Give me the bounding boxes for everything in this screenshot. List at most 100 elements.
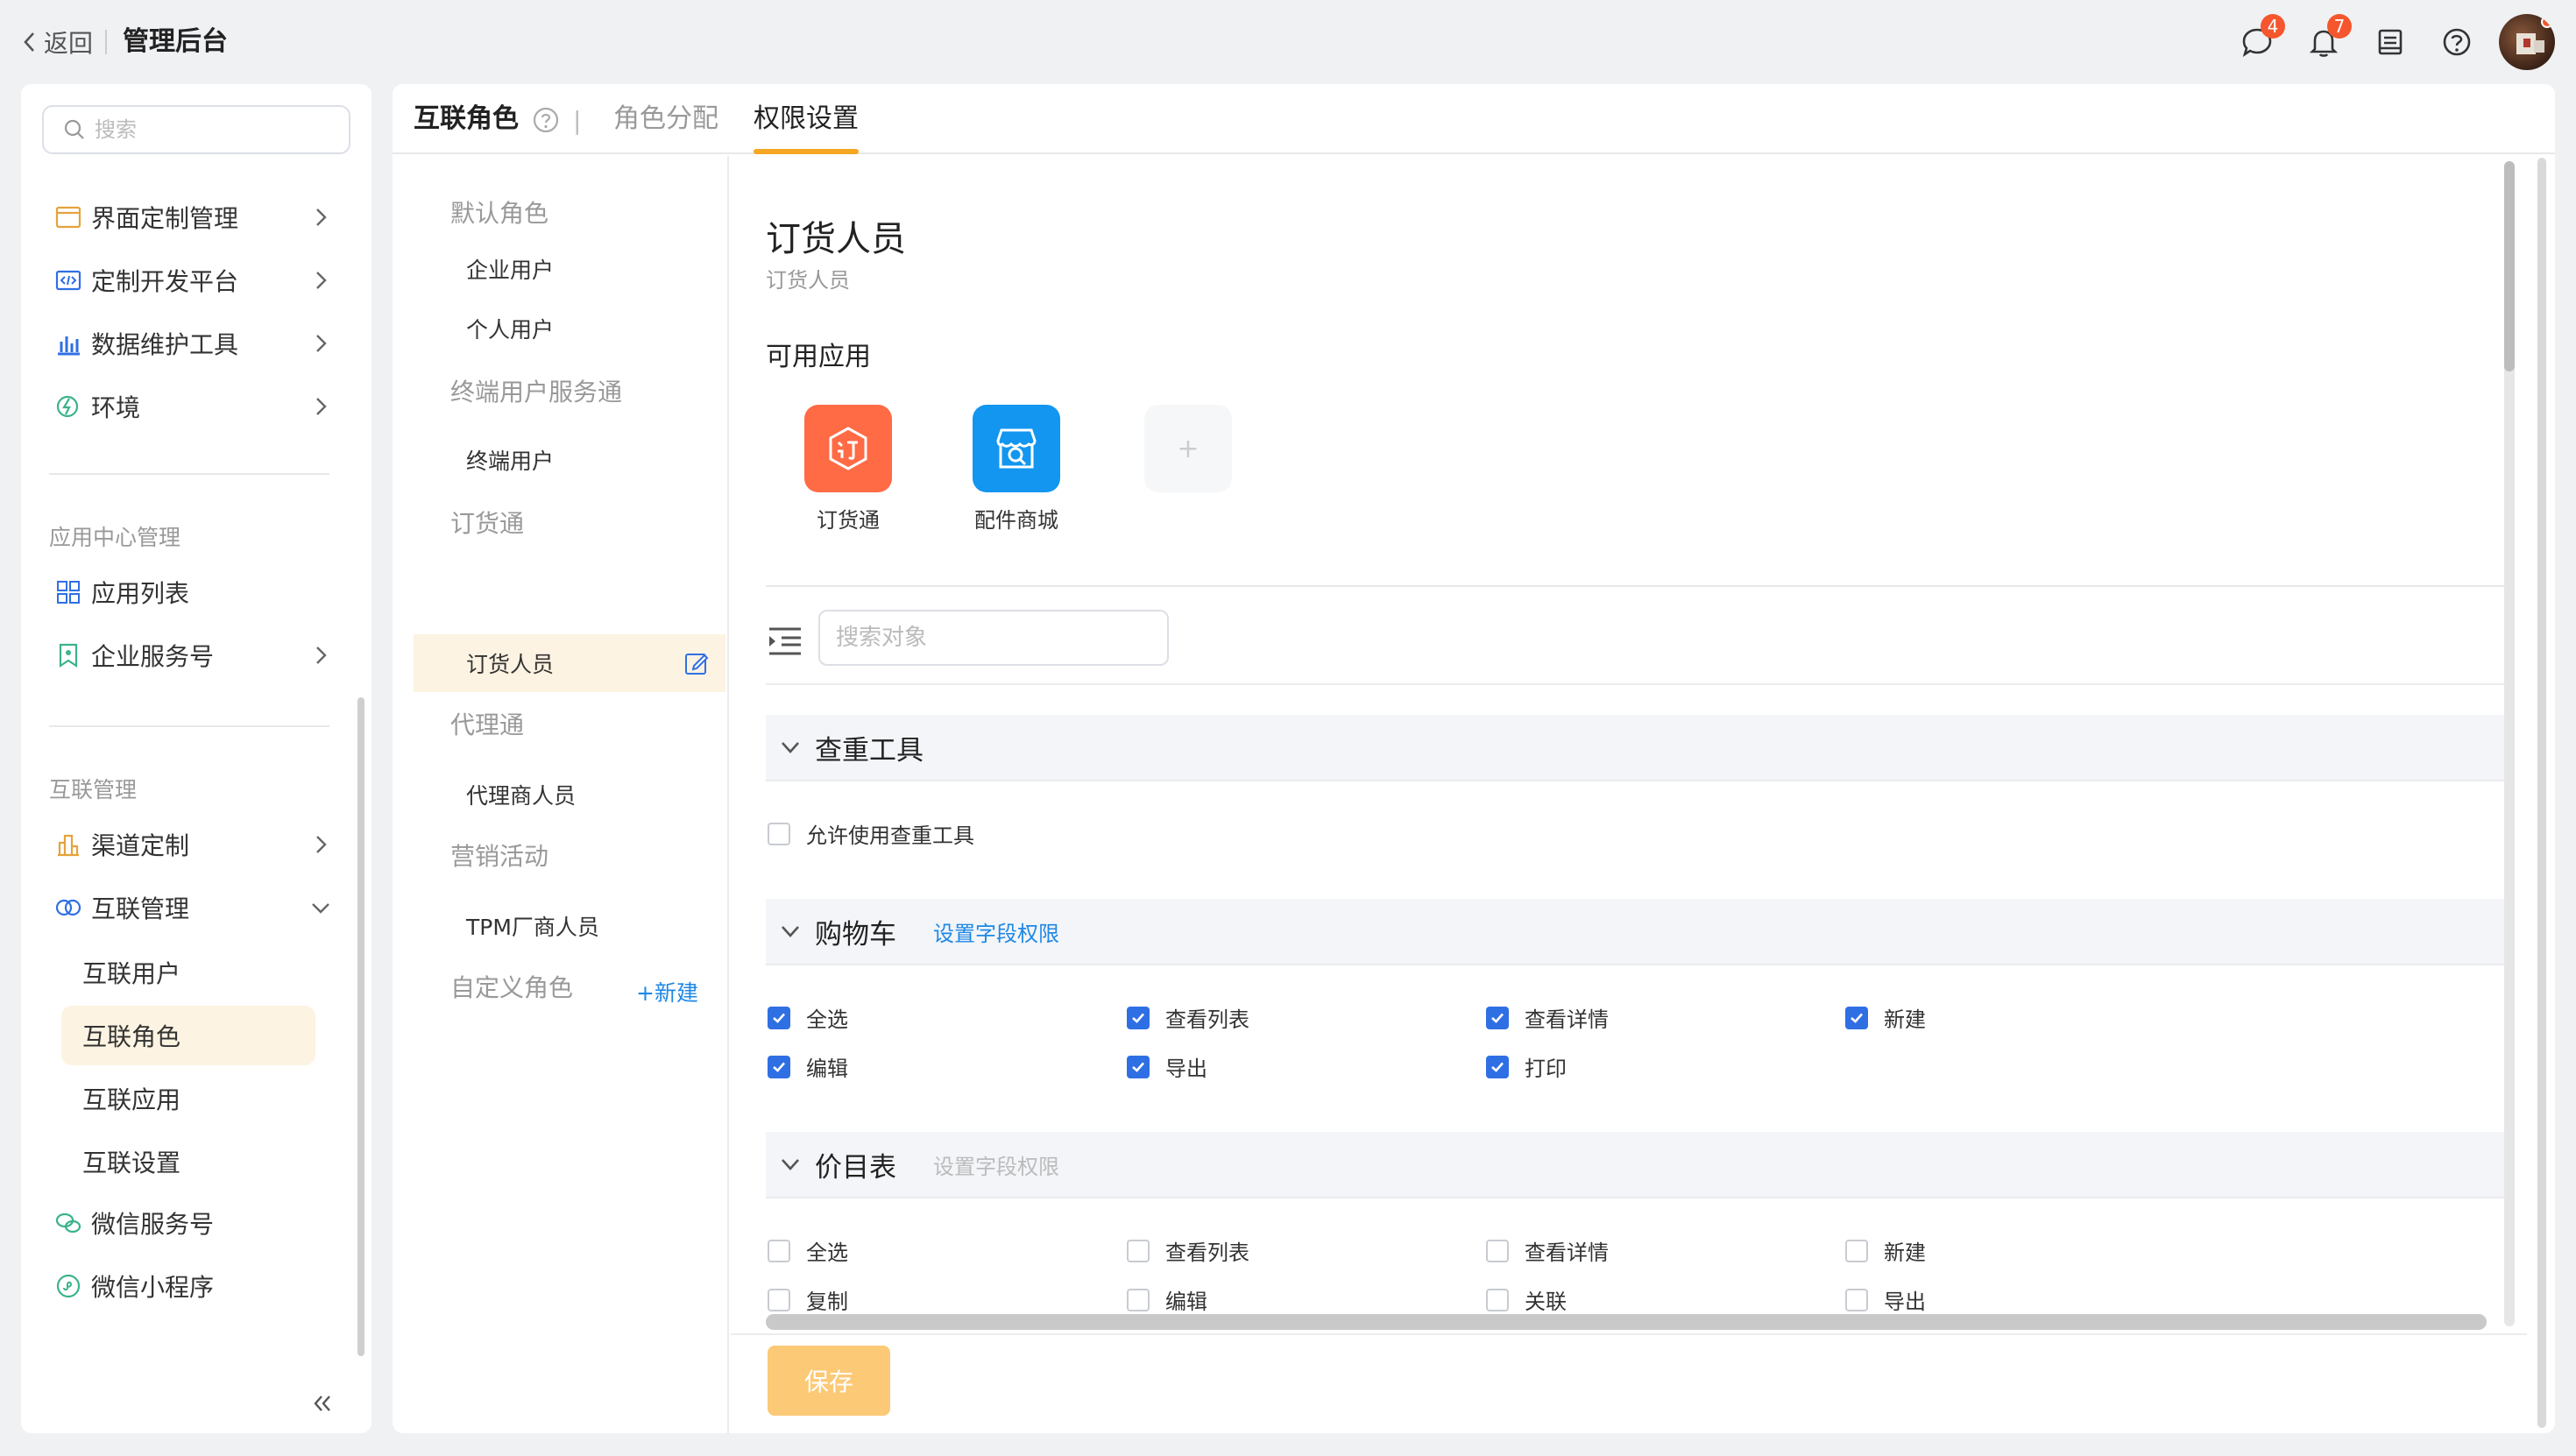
role-item[interactable]: TPM厂商人员 [414,897,725,955]
sidebar-item-interconnect[interactable]: 互联管理 [42,883,340,932]
sidebar-search-input[interactable] [95,117,340,142]
tasks-button[interactable] [2373,25,2408,60]
section-header-cart[interactable]: 购物车 设置字段权限 [766,899,2504,965]
sidebar-search[interactable] [42,105,350,154]
user-avatar[interactable] [2499,14,2555,70]
checkbox-box[interactable] [1486,1006,1509,1029]
section-header-price-list[interactable]: 价目表 设置字段权限 [766,1132,2504,1198]
wechat-icon [55,1212,81,1233]
sidebar-item-wechat-mini[interactable]: 微信小程序 [42,1262,340,1311]
save-button[interactable]: 保存 [768,1346,890,1416]
checkbox-allow-dedup[interactable]: 允许使用查重工具 [768,818,974,849]
help-circle-icon[interactable] [531,105,561,135]
role-group-title: 代理通 [450,710,525,739]
scrollbar-thumb[interactable] [2504,161,2515,371]
checkbox-box[interactable] [768,1239,790,1262]
role-item[interactable]: 代理商人员 [414,766,725,823]
notification-button[interactable]: 7 [2306,14,2352,60]
checkbox-cart-edit[interactable]: 编辑 [768,1051,848,1082]
checkbox-box[interactable] [1127,1055,1150,1078]
add-app-button[interactable]: + [1144,405,1232,492]
checkbox-box[interactable] [768,1288,790,1311]
checkbox-price-view-detail[interactable]: 查看详情 [1486,1235,1609,1266]
sidebar-item-enterprise-service[interactable]: 企业服务号 [42,631,340,680]
checkbox-box[interactable] [1486,1239,1509,1262]
sidebar-item-dev-platform[interactable]: 定制开发平台 [42,256,340,305]
app-tile-dinghuotong[interactable] [804,405,892,492]
checkbox-box[interactable] [1127,1288,1150,1311]
edit-icon[interactable] [683,650,710,676]
horizontal-scrollbar[interactable] [766,1314,2487,1330]
tab-permission-settings[interactable]: 权限设置 [754,100,859,138]
sidebar-item-environment[interactable]: 环境 [42,382,340,431]
sidebar-scrollbar[interactable] [357,697,364,1356]
checkbox-price-view-list[interactable]: 查看列表 [1127,1235,1249,1266]
check-icon [773,1013,785,1023]
app-name: 配件商城 [974,508,1058,533]
checkbox-cart-select-all[interactable]: 全选 [768,1002,848,1033]
app-tile-parts-mall[interactable] [973,405,1060,492]
role-item[interactable]: 企业用户 [414,240,725,298]
double-chevron-left-icon[interactable] [307,1388,338,1419]
checkbox-label: 全选 [806,1007,848,1032]
checkbox-price-create[interactable]: 新建 [1845,1235,1926,1266]
main-header: 互联角色 | 角色分配 权限设置 [393,84,2555,154]
object-search-input[interactable] [818,610,1169,666]
grid-icon [57,581,80,604]
checkbox-price-edit[interactable]: 编辑 [1127,1284,1207,1315]
checkbox-price-select-all[interactable]: 全选 [768,1235,848,1266]
checkbox-box[interactable] [1127,1006,1150,1029]
checkbox-box[interactable] [1486,1288,1509,1311]
checkbox-box[interactable] [1845,1006,1868,1029]
field-permission-link[interactable]: 设置字段权限 [933,916,1059,947]
sidebar-divider [49,725,329,727]
sidebar-sub-interconnect-roles[interactable]: 互联角色 [61,1006,315,1065]
sidebar-item-app-list[interactable]: 应用列表 [42,568,340,617]
checkbox-price-copy[interactable]: 复制 [768,1284,848,1315]
indent-list-icon[interactable] [766,622,804,661]
new-role-button[interactable]: +新建 [636,976,698,1007]
checkbox-price-export[interactable]: 导出 [1845,1284,1926,1315]
sidebar-item-wechat-service[interactable]: 微信服务号 [42,1198,340,1247]
app-title: 管理后台 [123,26,228,57]
checkbox-box[interactable] [1486,1055,1509,1078]
checkbox-box[interactable] [1845,1239,1868,1262]
checkbox-cart-create[interactable]: 新建 [1845,1002,1926,1033]
check-icon [1851,1013,1863,1023]
sidebar-item-data-tools[interactable]: 数据维护工具 [42,319,340,368]
checkbox-box[interactable] [1127,1239,1150,1262]
sidebar-sub-interconnect-apps[interactable]: 互联应用 [61,1069,324,1128]
role-item[interactable]: 终端用户 [414,431,725,489]
checkbox-price-relate[interactable]: 关联 [1486,1284,1567,1315]
role-item[interactable]: 个人用户 [414,300,725,357]
back-button[interactable]: 返回 [21,25,93,60]
section-header-dedup[interactable]: 查重工具 [766,715,2504,781]
role-item-active[interactable]: 订货人员 [414,634,725,692]
main-panel: 互联角色 | 角色分配 权限设置 默认角色 企业用户 个人用户 终端用户服务通 … [393,84,2555,1433]
layout-icon [55,206,81,229]
sidebar-divider [49,473,329,475]
checkbox-box[interactable] [1845,1288,1868,1311]
help-button[interactable] [2439,25,2474,60]
vertical-scrollbar[interactable] [2504,161,2515,1326]
sidebar-item-label: 环境 [91,393,141,422]
section-title-interconnect: 互联管理 [49,777,138,802]
check-icon [1132,1013,1144,1023]
sidebar-item-ui-custom[interactable]: 界面定制管理 [42,193,340,242]
sidebar-sub-interconnect-users[interactable]: 互联用户 [61,943,324,1002]
page-scrollbar[interactable] [2537,158,2546,1428]
checkbox-cart-print[interactable]: 打印 [1486,1051,1567,1082]
checkbox-cart-view-list[interactable]: 查看列表 [1127,1002,1249,1033]
checkbox-cart-export[interactable]: 导出 [1127,1051,1207,1082]
checkbox-cart-view-detail[interactable]: 查看详情 [1486,1002,1609,1033]
sidebar-sub-interconnect-settings[interactable]: 互联设置 [61,1132,324,1191]
role-list: 默认角色 企业用户 个人用户 终端用户服务通 终端用户 订货通 订货人员 代理通… [393,156,729,1433]
checkbox-box[interactable] [768,1055,790,1078]
tab-role-assignment[interactable]: 角色分配 [613,100,718,138]
checkbox-box[interactable] [768,1006,790,1029]
sidebar-item-label: 微信小程序 [91,1273,215,1302]
checkbox-box[interactable] [768,822,790,845]
chat-button[interactable]: 4 [2240,14,2285,60]
apps-heading: 可用应用 [766,342,871,372]
sidebar-item-channel[interactable]: 渠道定制 [42,820,340,869]
